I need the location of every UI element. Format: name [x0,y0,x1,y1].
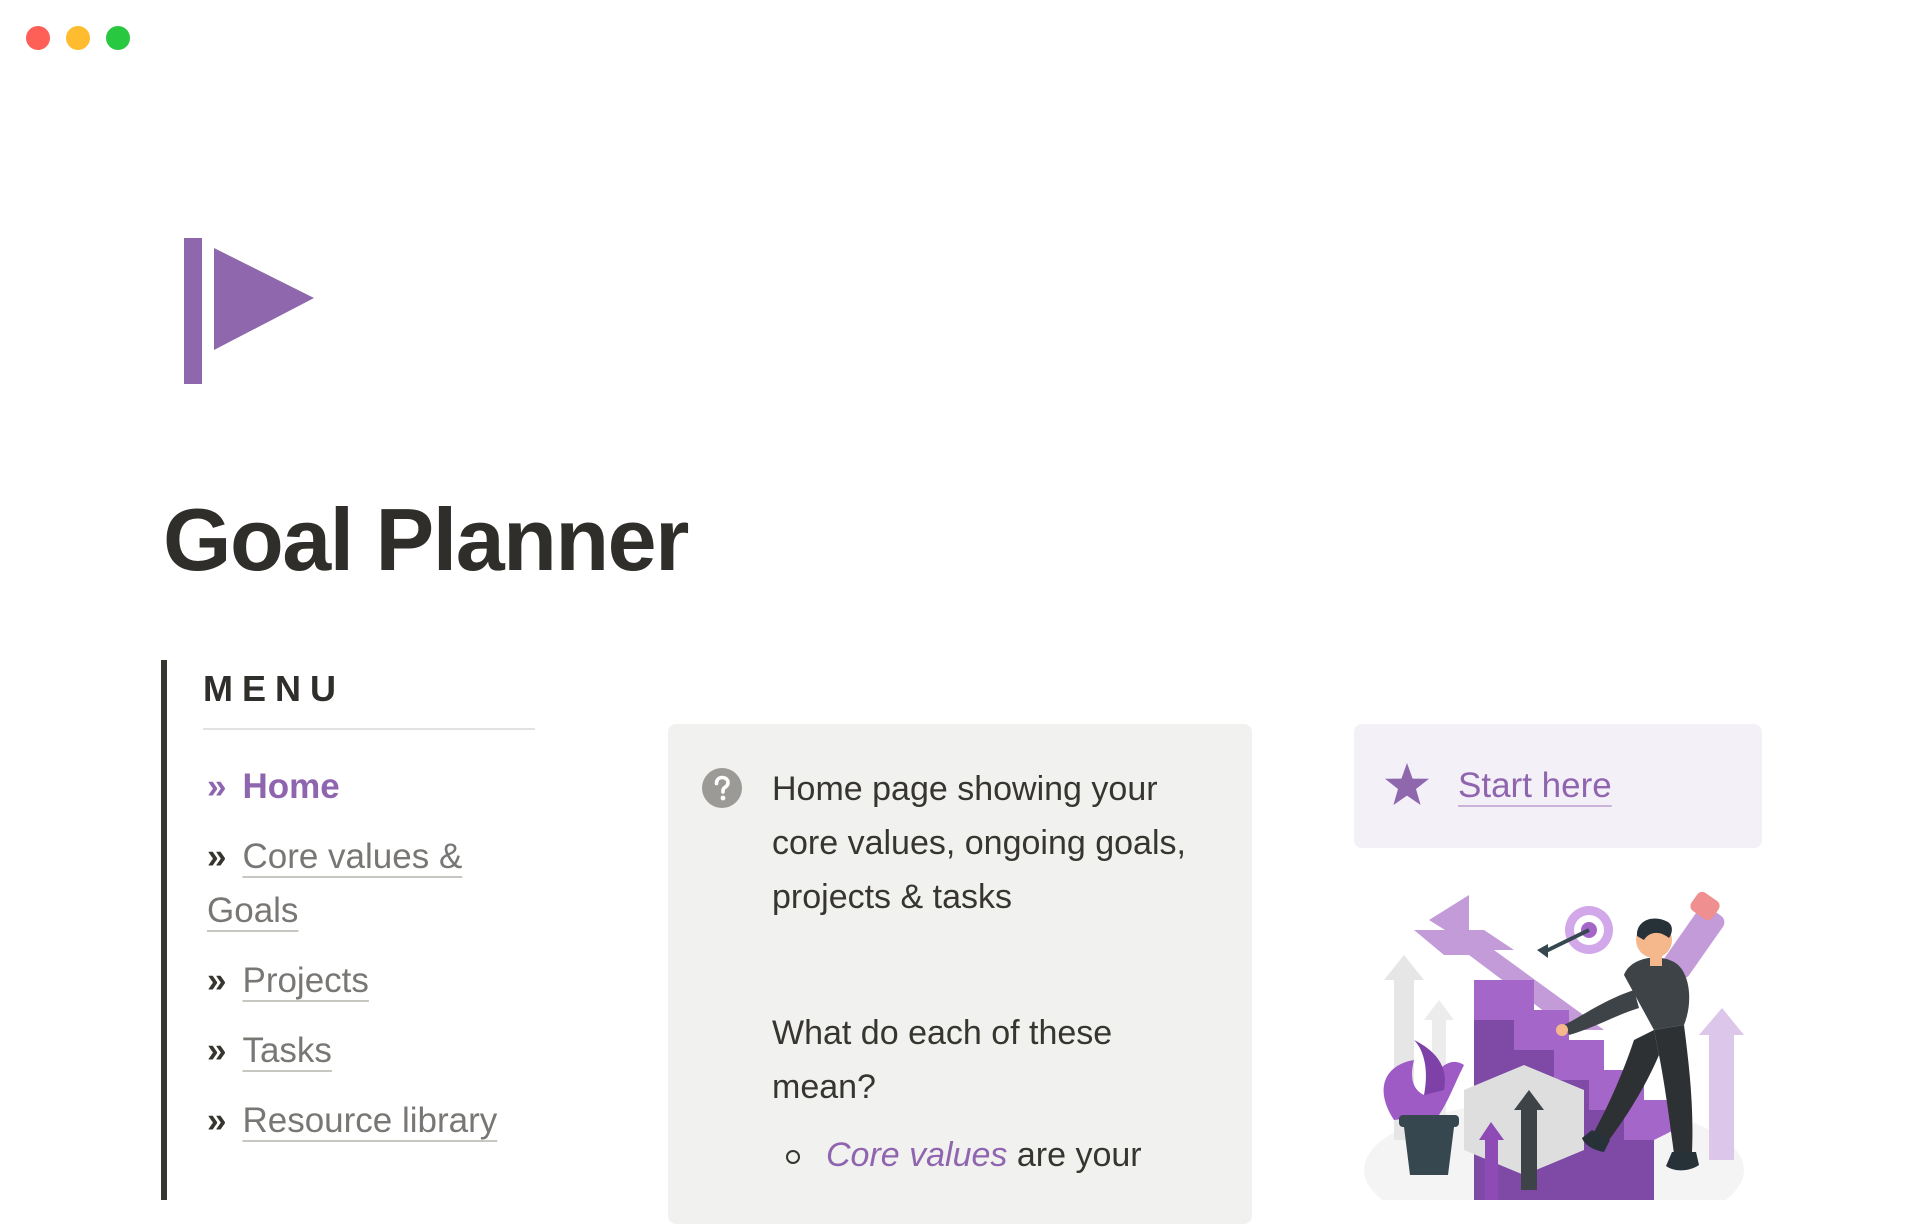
callout-question: What do each of these mean? [772,1014,1113,1106]
menu-list: » Home » Core values & Goals » Projects » Ta… [207,760,527,1164]
core-values-term: Core values [826,1136,1008,1174]
page-title: Goal Planner [163,490,689,589]
start-here-link[interactable]: Start here [1458,766,1612,806]
callout-text: Home page showing your core values, ongo… [772,762,1212,1182]
menu-item-projects[interactable]: » Projects [207,954,527,1008]
menu-item-tasks[interactable]: » Tasks [207,1024,527,1078]
window-controls [26,26,130,50]
menu-item-home[interactable]: » Home [207,760,527,814]
star-icon [1385,763,1429,805]
double-chevron-icon: » [207,961,227,1000]
person-climbing-stairs-illustration [1364,891,1744,1200]
double-chevron-icon: » [207,837,227,876]
menu-link-projects[interactable]: Projects [242,961,368,1000]
maximize-window-button[interactable] [106,26,130,50]
menu-item-core-values-goals[interactable]: » Core values & Goals [207,830,527,938]
menu-divider [203,728,535,730]
info-callout: Home page showing your core values, ongo… [668,724,1252,1224]
minimize-window-button[interactable] [66,26,90,50]
double-chevron-icon: » [207,1101,227,1140]
flag-play-icon[interactable] [184,238,324,384]
menu-heading: MENU [203,668,345,709]
close-window-button[interactable] [26,26,50,50]
double-chevron-icon: » [207,1031,227,1070]
list-item: Core values are your [786,1128,1212,1182]
menu-link-tasks[interactable]: Tasks [242,1031,331,1070]
menu-link-home[interactable]: Home [242,767,339,806]
question-circle-icon [702,768,742,808]
core-values-text: are your [1007,1136,1142,1174]
menu-link-resource-library[interactable]: Resource library [242,1101,497,1140]
menu-section: MENU » Home » Core values & Goals » Project… [161,660,541,1200]
callout-intro: Home page showing your core values, ongo… [772,770,1186,916]
double-chevron-icon: » [207,767,227,806]
callout-bullets: Core values are your [772,1128,1212,1182]
menu-item-resource-library[interactable]: » Resource library [207,1094,527,1148]
menu-link-core-values-goals[interactable]: Core values & Goals [207,837,462,930]
start-here-callout: Start here [1354,724,1762,848]
